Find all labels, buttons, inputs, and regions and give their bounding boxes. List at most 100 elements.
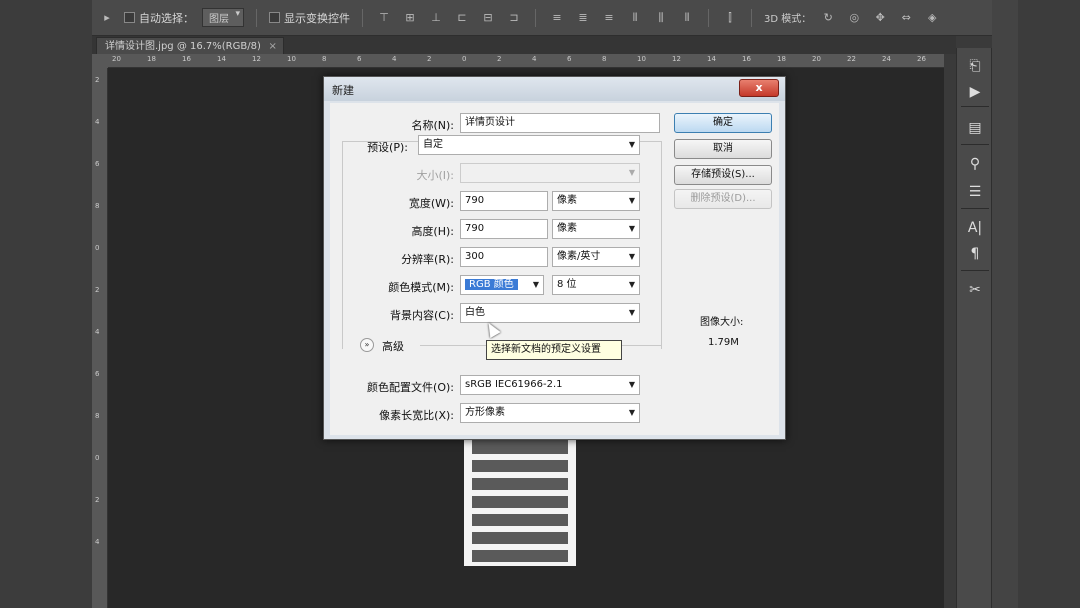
ruler-tick-label: 6 bbox=[357, 55, 362, 63]
color-mode-dropdown[interactable]: RGB 颜色 ▼ bbox=[460, 275, 544, 295]
color-profile-dropdown[interactable]: sRGB IEC61966-2.1 ▼ bbox=[460, 375, 640, 395]
dialog-close-button[interactable]: x bbox=[739, 79, 779, 97]
preview-block bbox=[472, 478, 568, 490]
align-bottom-icon[interactable]: ⊥ bbox=[427, 11, 445, 25]
color-mode-value: RGB 颜色 bbox=[465, 279, 518, 290]
right-gutter bbox=[992, 0, 1080, 608]
ruler-tick-label: 6 bbox=[95, 370, 100, 378]
pixel-aspect-dropdown[interactable]: 方形像素 ▼ bbox=[460, 403, 640, 423]
ruler-tick-label: 0 bbox=[95, 244, 100, 252]
close-tab-icon[interactable]: × bbox=[268, 38, 276, 55]
ruler-tick-label: 2 bbox=[95, 76, 100, 84]
width-unit-dropdown[interactable]: 像素 ▼ bbox=[552, 191, 640, 211]
size-dropdown: ▼ bbox=[460, 163, 640, 183]
ruler-tick-label: 4 bbox=[532, 55, 537, 63]
ruler-tick-label: 2 bbox=[497, 55, 502, 63]
show-transform-checkbox[interactable] bbox=[269, 12, 280, 23]
align-vcenter-icon[interactable]: ⊞ bbox=[401, 11, 419, 25]
auto-align-icon[interactable]: ⫿ bbox=[721, 11, 739, 25]
ruler-tick-label: 12 bbox=[252, 55, 261, 63]
paragraph-panel-icon[interactable]: ¶ bbox=[963, 244, 987, 264]
dialog-titlebar[interactable]: 新建 x bbox=[324, 77, 785, 101]
ruler-corner[interactable] bbox=[92, 54, 108, 68]
panel-strip: ⎗ ▶ ▤ ⚲ ☰ A| ¶ ✂ bbox=[956, 48, 992, 608]
dropdown-arrow-icon[interactable]: ▸ bbox=[98, 11, 116, 25]
ok-button[interactable]: 确定 bbox=[674, 113, 772, 133]
chevron-down-icon: ▼ bbox=[628, 408, 635, 417]
tools-panel-icon[interactable]: ✂ bbox=[963, 280, 987, 300]
auto-select-option[interactable]: 自动选择： bbox=[124, 10, 194, 26]
adjust-panel-icon[interactable]: ☰ bbox=[963, 182, 987, 202]
width-input[interactable]: 790 bbox=[460, 191, 548, 211]
divider bbox=[362, 8, 363, 27]
height-unit-dropdown[interactable]: 像素 ▼ bbox=[552, 219, 640, 239]
left-gutter bbox=[0, 0, 92, 608]
ruler-tick-label: 12 bbox=[672, 55, 681, 63]
distribute-right-icon[interactable]: ⫴ bbox=[678, 11, 696, 25]
ruler-tick-label: 20 bbox=[112, 55, 121, 63]
resolution-unit-dropdown[interactable]: 像素/英寸 ▼ bbox=[552, 247, 640, 267]
slide-3d-icon[interactable]: ⇔ bbox=[897, 11, 915, 25]
character-panel-icon[interactable]: A| bbox=[963, 218, 987, 238]
actions-panel-icon[interactable]: ▶ bbox=[963, 82, 987, 102]
save-preset-button[interactable]: 存储预设(S)... bbox=[674, 165, 772, 185]
vertical-ruler[interactable]: 2 4 6 8 0 2 4 6 8 0 2 4 bbox=[92, 68, 108, 608]
preset-dropdown[interactable]: 自定 ▼ bbox=[418, 135, 640, 155]
distribute-vcenter-icon[interactable]: ≣ bbox=[574, 11, 592, 25]
ruler-tick-label: 10 bbox=[287, 55, 296, 63]
align-left-icon[interactable]: ⊏ bbox=[453, 11, 471, 25]
auto-select-dropdown[interactable]: 图层 bbox=[202, 8, 244, 27]
auto-select-checkbox[interactable] bbox=[124, 12, 135, 23]
ruler-tick-label: 22 bbox=[847, 55, 856, 63]
height-input[interactable]: 790 bbox=[460, 219, 548, 239]
ruler-tick-label: 2 bbox=[95, 286, 100, 294]
align-right-icon[interactable]: ⊐ bbox=[505, 11, 523, 25]
pixel-aspect-value: 方形像素 bbox=[465, 407, 505, 418]
cancel-button[interactable]: 取消 bbox=[674, 139, 772, 159]
rotate-3d-icon[interactable]: ↻ bbox=[819, 11, 837, 25]
roll-3d-icon[interactable]: ◎ bbox=[845, 11, 863, 25]
ruler-tick-label: 16 bbox=[182, 55, 191, 63]
properties-panel-icon[interactable]: ▤ bbox=[963, 118, 987, 138]
ruler-tick-label: 8 bbox=[95, 412, 100, 420]
height-unit-value: 像素 bbox=[557, 223, 577, 234]
show-transform-option[interactable]: 显示变换控件 bbox=[269, 10, 350, 26]
divider bbox=[961, 270, 989, 271]
scale-3d-icon[interactable]: ◈ bbox=[923, 11, 941, 25]
drag-3d-icon[interactable]: ✥ bbox=[871, 11, 889, 25]
ruler-tick-label: 16 bbox=[742, 55, 751, 63]
chevron-down-icon: ▼ bbox=[628, 252, 635, 261]
history-panel-icon[interactable]: ⎗ bbox=[963, 56, 987, 76]
advanced-toggle-button[interactable]: » bbox=[360, 338, 374, 352]
ruler-tick-label: 14 bbox=[707, 55, 716, 63]
background-value: 白色 bbox=[465, 307, 485, 318]
background-dropdown[interactable]: 白色 ▼ bbox=[460, 303, 640, 323]
color-depth-dropdown[interactable]: 8 位 ▼ bbox=[552, 275, 640, 295]
horizontal-ruler[interactable]: 20 18 16 14 12 10 8 6 4 2 0 2 4 6 8 10 12 14 16 18 20 22 24 26 bbox=[108, 54, 944, 68]
document-tab[interactable]: 详情设计图.jpg @ 16.7%(RGB/8) × bbox=[96, 37, 284, 54]
image-size-label: 图像大小: bbox=[700, 317, 744, 328]
resolution-input[interactable]: 300 bbox=[460, 247, 548, 267]
distribute-left-icon[interactable]: ⫴ bbox=[626, 11, 644, 25]
ruler-tick-label: 24 bbox=[882, 55, 891, 63]
distribute-top-icon[interactable]: ≡ bbox=[548, 11, 566, 25]
color-profile-value: sRGB IEC61966-2.1 bbox=[465, 379, 563, 390]
preview-block bbox=[472, 550, 568, 562]
options-bar: ▸ 自动选择： 图层 显示变换控件 ⊤ ⊞ ⊥ ⊏ ⊟ ⊐ ≡ ≣ ≡ ⫴ ⫼ … bbox=[92, 0, 992, 36]
document-preview bbox=[464, 434, 576, 566]
size-label: 大小(I): bbox=[416, 169, 454, 182]
align-top-icon[interactable]: ⊤ bbox=[375, 11, 393, 25]
brush-panel-icon[interactable]: ⚲ bbox=[963, 154, 987, 174]
distribute-hcenter-icon[interactable]: ⫼ bbox=[652, 11, 670, 25]
ruler-tick-label: 6 bbox=[95, 160, 100, 168]
preset-value: 自定 bbox=[423, 139, 443, 150]
pixel-aspect-label: 像素长宽比(X): bbox=[379, 409, 454, 422]
delete-preset-button: 删除预设(D)... bbox=[674, 189, 772, 209]
name-input[interactable]: 详情页设计 bbox=[460, 113, 660, 133]
ruler-tick-label: 0 bbox=[462, 55, 467, 63]
chevron-down-icon: ▼ bbox=[628, 280, 635, 289]
distribute-bottom-icon[interactable]: ≡ bbox=[600, 11, 618, 25]
align-hcenter-icon[interactable]: ⊟ bbox=[479, 11, 497, 25]
auto-select-label: 自动选择： bbox=[139, 11, 194, 25]
preview-block bbox=[472, 514, 568, 526]
